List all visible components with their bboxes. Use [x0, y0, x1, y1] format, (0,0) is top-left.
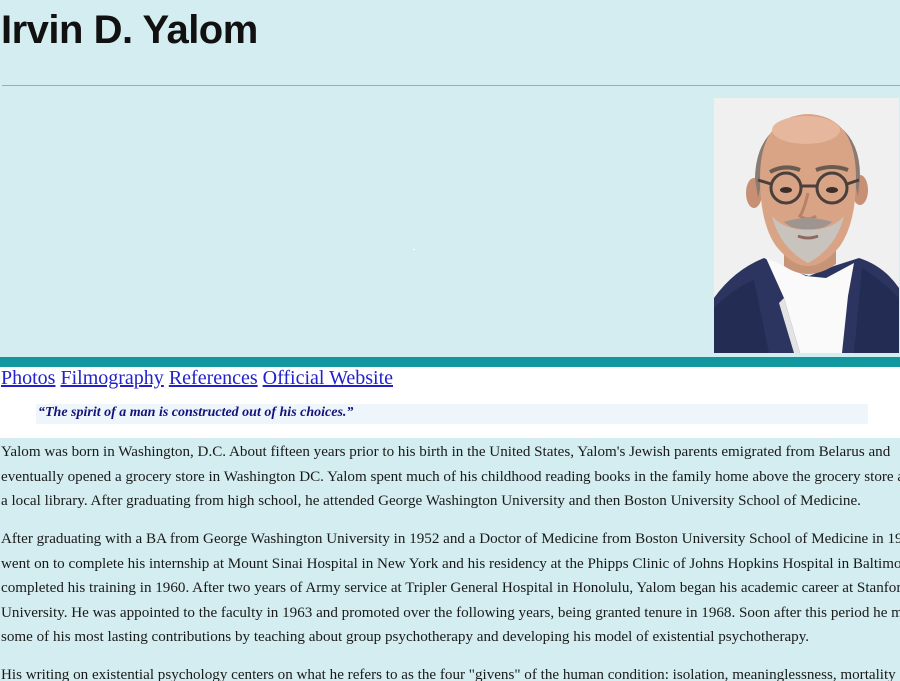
- biography-content: Yalom was born in Washington, D.C. About…: [0, 438, 900, 681]
- text-line: went on to complete his internship at Mo…: [1, 555, 900, 572]
- hero-speck: [413, 249, 415, 250]
- text-line: some of his most lasting contributions b…: [1, 629, 810, 645]
- portrait-photo: [714, 98, 899, 353]
- bio-paragraph: After graduating with a BA from George W…: [0, 527, 900, 650]
- hero-section: [0, 86, 900, 357]
- nav-section: Photos Filmography References Official W…: [0, 367, 900, 438]
- bio-paragraph: His writing on existential psychology ce…: [0, 663, 900, 681]
- nav-link-references[interactable]: References: [169, 367, 258, 389]
- page-header: Irvin D. Yalom: [0, 0, 900, 86]
- nav-link-photos[interactable]: Photos: [1, 367, 55, 389]
- text-line: After graduating with a BA from George W…: [1, 531, 900, 547]
- nav-links: Photos Filmography References Official W…: [1, 367, 393, 390]
- nav-link-filmography[interactable]: Filmography: [60, 367, 163, 389]
- nav-link-official-website[interactable]: Official Website: [263, 367, 393, 389]
- text-line: Yalom was born in Washington, D.C. About…: [1, 444, 891, 460]
- quote-text: “The spirit of a man is constructed out …: [38, 405, 354, 420]
- quote-box: “The spirit of a man is constructed out …: [36, 404, 868, 424]
- text-line: His writing on existential psychology ce…: [1, 667, 900, 681]
- text-line: eventually opened a grocery store in Was…: [1, 468, 900, 485]
- text-line: completed his training in 1960. After tw…: [1, 580, 900, 596]
- page-title: Irvin D. Yalom: [1, 8, 258, 52]
- text-line: a local library. After graduating from h…: [1, 493, 861, 509]
- text-line: University. He was appointed to the facu…: [1, 604, 900, 621]
- accent-bar: [0, 357, 900, 367]
- bio-paragraph: Yalom was born in Washington, D.C. About…: [0, 440, 900, 514]
